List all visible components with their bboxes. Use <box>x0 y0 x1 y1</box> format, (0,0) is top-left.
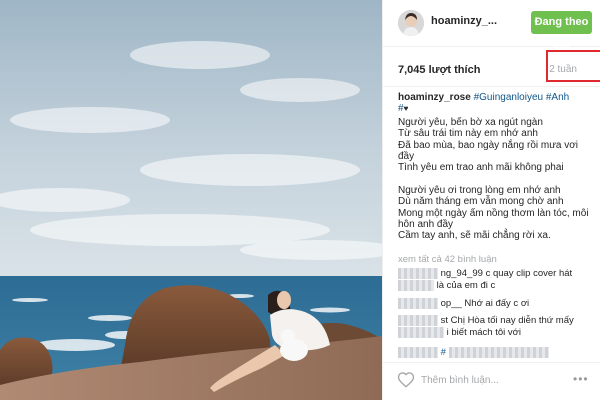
hashtag-anh[interactable]: #Anh <box>546 92 569 103</box>
time-highlight-box <box>546 50 600 82</box>
caption-lyrics: Người yêu, bến bờ xa ngút ngàn Từ sâu tr… <box>398 117 594 242</box>
view-all-comments-link[interactable]: xem tất cả 42 bình luận <box>398 254 497 265</box>
lyric-line: Người yêu ơi trong lòng em nhớ anh <box>398 184 561 196</box>
lyric-line: Đã bao mùa, bao ngày nắng rồi mưa vơi đầ… <box>398 139 579 163</box>
blurred-username <box>398 347 438 358</box>
comments-list: ng_94_99 c quay clip cover hát là của em… <box>398 268 594 361</box>
comment-text: # <box>440 347 446 358</box>
photo-scene <box>0 0 382 400</box>
more-options-icon[interactable]: ••• <box>573 370 593 388</box>
caption-username[interactable]: hoaminzy_rose <box>398 92 471 103</box>
comment-text: i biết mách tôi với <box>446 326 521 338</box>
post-caption: hoaminzy_rose #Guinganloiyeu #Anh #♥ Ngư… <box>398 92 594 253</box>
avatar-image <box>398 10 424 36</box>
stanza-1: Người yêu, bến bờ xa ngút ngàn Từ sâu tr… <box>398 117 594 174</box>
comment-item: st Chị Hòa tối nay diễn thứ mấy i biết m… <box>398 315 594 341</box>
comment-username[interactable]: st <box>441 315 448 326</box>
blurred-text <box>448 347 549 358</box>
lyric-line: Mong một ngày ấm nồng thơm làn tóc, môi … <box>398 207 589 231</box>
comment-item: # <box>398 347 594 361</box>
lyric-line: Người yêu, bến bờ xa ngút ngàn <box>398 116 543 128</box>
post-details-panel: hoaminzy_... Đang theo dõi 7,045 lượt th… <box>382 0 600 400</box>
post-meta: 7,045 lượt thích 2 tuần <box>383 47 600 87</box>
comment-item: ng_94_99 c quay clip cover hát là của em… <box>398 268 594 294</box>
comment-text: Nhớ ai đấy c ơi <box>464 298 530 309</box>
comment-username[interactable]: op__ <box>441 298 462 309</box>
comment-text: Chị Hòa tối nay diễn thứ mấy <box>450 315 574 326</box>
lyric-line: Tình yêu em trao anh mãi không phai <box>398 162 564 174</box>
lyric-line: Từ sâu trái tim này em nhớ anh <box>398 128 538 140</box>
hashtag-guinganloiyeu[interactable]: #Guinganloiyeu <box>474 92 544 103</box>
blurred-text <box>398 326 444 338</box>
blurred-username <box>398 315 438 326</box>
comment-text: c quay clip cover hát <box>485 268 573 279</box>
like-button[interactable] <box>397 371 415 389</box>
heart-emoji-icon: ♥ <box>403 104 409 114</box>
following-button[interactable]: Đang theo dõi <box>531 11 592 51</box>
lyric-line: Dù năm tháng em vẫn mong chờ anh <box>398 196 564 208</box>
heart-outline-icon <box>397 372 415 388</box>
author-username[interactable]: hoaminzy_... <box>431 15 497 27</box>
comment-text: là của em đi c <box>436 279 496 291</box>
post-photo[interactable] <box>0 0 382 400</box>
likes-count[interactable]: 7,045 lượt thích <box>398 64 480 76</box>
blurred-text <box>398 279 434 291</box>
add-comment-input[interactable] <box>421 372 561 388</box>
blurred-username <box>398 268 438 279</box>
comment-username[interactable]: ng_94_99 <box>441 268 483 279</box>
comment-item: op__ Nhớ ai đấy c ơi <box>398 298 594 312</box>
lyric-line: Cầm tay anh, sẽ mãi chẳng rời xa. <box>398 230 551 242</box>
stanza-2: Người yêu ơi trong lòng em nhớ anh Dù nă… <box>398 185 594 242</box>
post-actions: ••• <box>383 362 600 400</box>
post-header: hoaminzy_... Đang theo dõi <box>383 0 600 51</box>
blurred-username <box>398 298 438 309</box>
author-avatar[interactable] <box>398 10 424 36</box>
